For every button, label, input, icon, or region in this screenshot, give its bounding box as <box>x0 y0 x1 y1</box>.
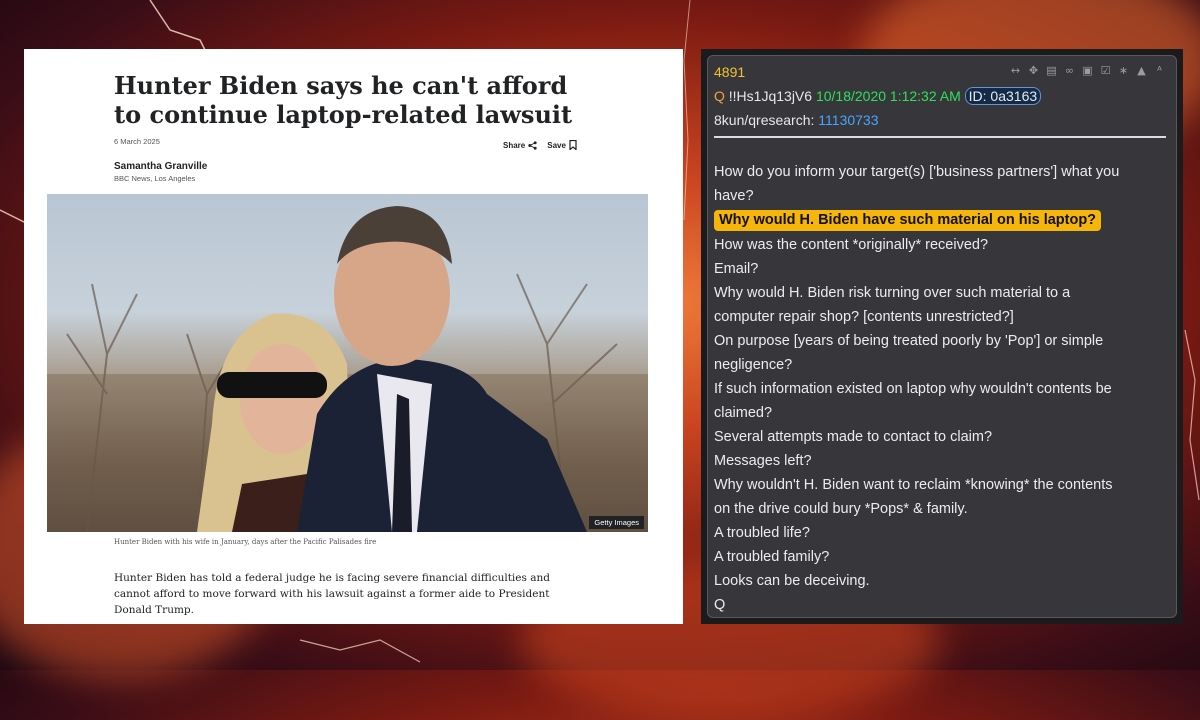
article-author: Samantha Granville <box>114 161 208 172</box>
post-line: Q <box>714 597 726 613</box>
post-line: negligence? <box>714 357 793 373</box>
source-post-link[interactable]: 11130733 <box>818 112 878 128</box>
post-line: Why would H. Biden have such material on… <box>714 208 1162 233</box>
post-line: How do you inform your target(s) ['busin… <box>714 164 1120 180</box>
glasses-icon[interactable]: ∞ <box>1063 64 1076 77</box>
up-arrow-icon[interactable]: ▲ <box>1135 64 1148 77</box>
post-line: Why wouldn't H. Biden want to reclaim *k… <box>714 477 1113 493</box>
post-line: on the drive could bury *Pops* & family. <box>714 501 968 517</box>
share-icon[interactable]: ∗ <box>1117 64 1130 77</box>
save-button[interactable]: Save <box>547 140 577 150</box>
article-actions: Share Save <box>503 140 577 150</box>
post-line: Email? <box>714 261 759 277</box>
photo-illustration <box>47 206 648 532</box>
share-label: Share <box>503 140 526 150</box>
post-line: Messages left? <box>714 453 812 469</box>
poster-id-badge[interactable]: ID: 0a3163 <box>964 87 1042 105</box>
article-author-org: BBC News, Los Angeles <box>114 174 196 183</box>
post-header: Q !!Hs1Jq13jV6 10/18/2020 1:12:32 AM ID:… <box>714 87 1042 105</box>
post-line: A troubled family? <box>714 549 830 565</box>
board-label: 8kun/qresearch: <box>714 112 815 128</box>
post-line: If such information existed on laptop wh… <box>714 381 1112 397</box>
share-button[interactable]: Share <box>503 140 537 150</box>
document-icon[interactable]: ▤ <box>1045 64 1058 77</box>
post-datetime: 10/18/2020 1:12:32 AM <box>815 88 961 104</box>
post-line: claimed? <box>714 405 773 421</box>
divider <box>714 136 1166 138</box>
article-headline: Hunter Biden says he can't afford to con… <box>114 71 573 129</box>
post-line: have? <box>714 188 754 204</box>
highlighted-line: Why would H. Biden have such material on… <box>714 210 1102 231</box>
tripcode: !!Hs1Jq13jV6 <box>728 88 813 104</box>
post-line: Why would H. Biden risk turning over suc… <box>714 285 1071 301</box>
post-line: Several attempts made to contact to clai… <box>714 429 993 445</box>
q-post-panel: 4891 ↔ ✥ ▤ ∞ ▣ ☑ ∗ ▲ ᴬ Q !!Hs1Jq13jV6 10/18/2020… <box>701 49 1183 624</box>
bookmark-icon <box>569 140 577 150</box>
post-line: How was the content *originally* receive… <box>714 237 989 253</box>
post-toolbar: ↔ ✥ ▤ ∞ ▣ ☑ ∗ ▲ ᴬ <box>1009 64 1166 77</box>
save-label: Save <box>547 140 566 150</box>
post-line: computer repair shop? [contents unrestri… <box>714 309 1014 325</box>
resize-icon[interactable]: ↔ <box>1009 64 1022 77</box>
post-line: Looks can be deceiving. <box>714 573 870 589</box>
source-line: 8kun/qresearch: 11130733 <box>714 112 879 128</box>
article-lede: Hunter Biden has told a federal judge he… <box>114 572 550 616</box>
share-icon <box>528 140 537 150</box>
clipboard-icon[interactable]: ☑ <box>1099 64 1112 77</box>
archive-icon[interactable]: ▣ <box>1081 64 1094 77</box>
article-date: 6 March 2025 <box>114 137 160 146</box>
move-icon[interactable]: ✥ <box>1027 64 1040 77</box>
post-line: On purpose [years of being treated poorl… <box>714 333 1104 349</box>
photo-caption: Hunter Biden with his wife in January, d… <box>114 538 377 546</box>
post-line: A troubled life? <box>714 525 810 541</box>
text-size-icon[interactable]: ᴬ <box>1153 64 1166 77</box>
article-photo: Getty Images <box>47 194 648 532</box>
q-letter: Q <box>714 88 725 104</box>
q-post-card: 4891 ↔ ✥ ▤ ∞ ▣ ☑ ∗ ▲ ᴬ Q !!Hs1Jq13jV6 10/18/2020… <box>707 55 1177 618</box>
post-number: 4891 <box>714 64 746 80</box>
post-body: How do you inform your target(s) ['busin… <box>714 160 1162 617</box>
photo-credit-badge: Getty Images <box>589 516 644 529</box>
news-article-card: Hunter Biden says he can't afford to con… <box>24 49 683 624</box>
